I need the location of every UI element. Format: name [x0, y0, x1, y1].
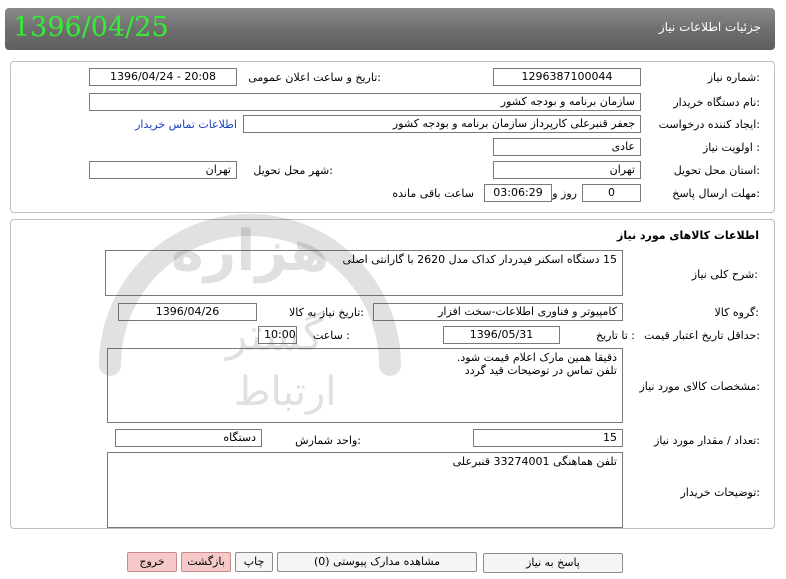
title-bar: جزئيات اطلاعات نیاز 1396/04/25: [5, 8, 775, 50]
quantity-label: تعداد / مقدار مورد نیاز:: [654, 434, 760, 447]
buyer-notes-field: تلفن هماهنگی 33274001 قنبرعلی: [107, 452, 623, 528]
buyer-notes-label: توضیحات خریدار:: [680, 486, 761, 499]
exit-button[interactable]: خروج: [127, 552, 177, 572]
creator-label: ایجاد کننده درخواست:: [658, 118, 760, 131]
validity-date-field: 1396/05/31: [443, 326, 560, 344]
province-label: استان محل تحویل:: [673, 164, 760, 177]
need-date-label: تاریخ نیاز به کالا:: [289, 306, 364, 319]
header-date: 1396/04/25: [13, 12, 169, 43]
group-label: گروه کالا:: [714, 306, 759, 319]
province-field: تهران: [493, 161, 641, 179]
buyer-notes-text: تلفن هماهنگی 33274001 قنبرعلی: [452, 455, 617, 468]
page-title: جزئيات اطلاعات نیاز: [658, 20, 761, 34]
announce-datetime-field: 1396/04/24 - 20:08: [89, 68, 237, 86]
deadline-time-field: 03:06:29: [484, 184, 552, 202]
view-attachments-button[interactable]: مشاهده مدارک پیوستی (0): [277, 552, 477, 572]
unit-field: دستگاه: [115, 429, 262, 447]
priority-field: عادی: [493, 138, 641, 156]
validity-time-field: 10:00: [258, 326, 297, 344]
deadline-label: مهلت ارسال پاسخ:: [672, 187, 760, 200]
validity-time-label: ساعت :: [312, 329, 350, 342]
specs-line-1: دقیقا همین مارک اعلام قیمت شود.: [456, 351, 617, 364]
reply-button[interactable]: پاسخ به نیاز: [483, 553, 623, 573]
city-label: شهر محل تحویل:: [253, 164, 333, 177]
specs-field: دقیقا همین مارک اعلام قیمت شود. تلفن تما…: [107, 348, 623, 423]
quantity-field: 15: [473, 429, 623, 447]
priority-label: اولویت نیاز :: [702, 141, 760, 154]
back-button[interactable]: بازگشت: [181, 552, 231, 572]
specs-label: مشخصات کالای مورد نیاز:: [639, 380, 760, 393]
until-date-label: تا تاریخ :: [596, 329, 635, 342]
specs-line-2: تلفن تماس در توضیحات قید گردد: [464, 364, 617, 377]
creator-field: جعفر قنبرعلی کارپرداز سازمان برنامه و بو…: [243, 115, 641, 133]
validity-label: حداقل تاریخ اعتبار قیمت:: [644, 329, 760, 342]
buyer-contact-link[interactable]: اطلاعات تماس خریدار: [135, 118, 237, 131]
summary-label: شرح کلی نیاز:: [691, 268, 758, 281]
group-field: کامپیوتر و فناوری اطلاعات-سخت افزار: [373, 303, 623, 321]
city-field: تهران: [89, 161, 237, 179]
goods-section-title: اطلاعات کالاهای مورد نیاز: [617, 229, 759, 242]
days-text: روز و: [552, 187, 577, 200]
buyer-org-label: نام دستگاه خریدار:: [673, 96, 760, 109]
announce-label: تاریخ و ساعت اعلان عمومی:: [248, 71, 381, 84]
need-date-field: 1396/04/26: [118, 303, 257, 321]
summary-field: 15 دستگاه اسکنر فیدردار کداک مدل 2620 با…: [105, 250, 623, 296]
need-number-label: شماره نیاز:: [707, 71, 760, 84]
remaining-text: ساعت باقی مانده: [392, 187, 474, 200]
print-button[interactable]: چاپ: [235, 552, 273, 572]
deadline-days-field: 0: [582, 184, 641, 202]
unit-label: واحد شمارش:: [295, 434, 361, 447]
buyer-org-field: سازمان برنامه و بودجه کشور: [89, 93, 641, 111]
need-number-field: 1296387100044: [493, 68, 641, 86]
